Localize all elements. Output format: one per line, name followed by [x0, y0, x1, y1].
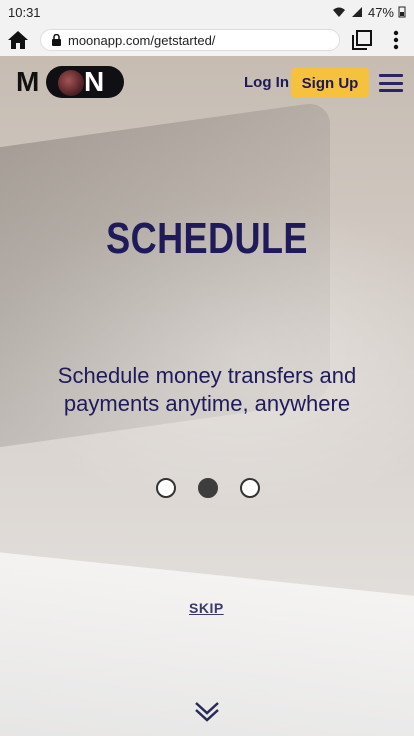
carousel-indicators — [156, 478, 260, 500]
moon-logo[interactable]: M N — [16, 66, 124, 98]
logo-letter-m: M — [16, 66, 41, 97]
moon-icon — [58, 70, 84, 96]
carousel-dot-2[interactable] — [198, 478, 218, 498]
carousel-dot-1[interactable] — [156, 478, 176, 498]
home-icon — [8, 31, 28, 49]
chevron-down-icon[interactable] — [193, 700, 221, 722]
tabs-button[interactable] — [350, 28, 374, 52]
wifi-icon — [332, 7, 345, 17]
more-vert-icon — [393, 30, 399, 50]
browser-toolbar: moonapp.com/getstarted/ — [0, 24, 414, 56]
status-bar: 10:31 47% — [0, 0, 414, 24]
lock-icon — [52, 33, 61, 46]
signal-icon — [351, 7, 362, 17]
battery-icon — [398, 6, 406, 18]
tabs-icon — [352, 30, 372, 50]
site-nav: M N Log In Sign Up — [0, 56, 414, 112]
url-text: moonapp.com/getstarted/ — [68, 32, 216, 48]
page-title: SCHEDULE — [106, 214, 308, 263]
hero-section: M N Log In Sign Up SCHEDULE Schedule mon… — [0, 56, 414, 736]
login-link[interactable]: Log In — [244, 74, 289, 91]
carousel-dot-3[interactable] — [240, 478, 260, 498]
signup-button[interactable]: Sign Up — [291, 68, 369, 98]
status-icons: 47% — [332, 5, 406, 20]
hero-subtitle: Schedule money transfers and payments an… — [57, 363, 357, 416]
home-button[interactable] — [6, 28, 30, 52]
battery-percent: 47% — [367, 4, 394, 20]
skip-link[interactable]: SKIP — [189, 600, 224, 616]
more-options-button[interactable] — [384, 28, 408, 52]
hamburger-icon[interactable] — [379, 74, 403, 92]
logo-letter-n: N — [84, 66, 106, 97]
url-bar[interactable]: moonapp.com/getstarted/ — [40, 29, 340, 51]
status-time: 10:31 — [8, 4, 41, 20]
